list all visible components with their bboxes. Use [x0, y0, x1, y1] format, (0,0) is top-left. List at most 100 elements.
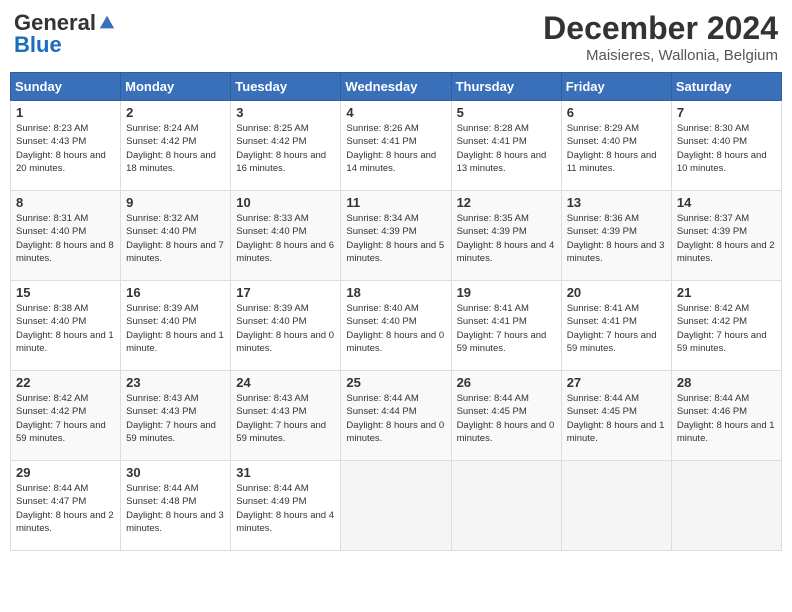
day-number: 25 — [346, 375, 445, 390]
day-number: 15 — [16, 285, 115, 300]
weekday-header-saturday: Saturday — [671, 73, 781, 101]
day-cell: 19 Sunrise: 8:41 AMSunset: 4:41 PMDaylig… — [451, 281, 561, 371]
logo: General Blue — [14, 10, 116, 58]
day-info: Sunrise: 8:44 AMSunset: 4:45 PMDaylight:… — [457, 393, 555, 444]
week-row-3: 15 Sunrise: 8:38 AMSunset: 4:40 PMDaylig… — [11, 281, 782, 371]
day-number: 8 — [16, 195, 115, 210]
week-row-2: 8 Sunrise: 8:31 AMSunset: 4:40 PMDayligh… — [11, 191, 782, 281]
weekday-header-sunday: Sunday — [11, 73, 121, 101]
calendar: SundayMondayTuesdayWednesdayThursdayFrid… — [10, 72, 782, 551]
day-number: 27 — [567, 375, 666, 390]
week-row-5: 29 Sunrise: 8:44 AMSunset: 4:47 PMDaylig… — [11, 461, 782, 551]
day-info: Sunrise: 8:31 AMSunset: 4:40 PMDaylight:… — [16, 213, 114, 264]
day-cell: 13 Sunrise: 8:36 AMSunset: 4:39 PMDaylig… — [561, 191, 671, 281]
day-cell: 5 Sunrise: 8:28 AMSunset: 4:41 PMDayligh… — [451, 101, 561, 191]
day-number: 17 — [236, 285, 335, 300]
day-info: Sunrise: 8:43 AMSunset: 4:43 PMDaylight:… — [236, 393, 326, 444]
day-cell: 11 Sunrise: 8:34 AMSunset: 4:39 PMDaylig… — [341, 191, 451, 281]
day-number: 9 — [126, 195, 225, 210]
day-info: Sunrise: 8:34 AMSunset: 4:39 PMDaylight:… — [346, 213, 444, 264]
day-cell: 20 Sunrise: 8:41 AMSunset: 4:41 PMDaylig… — [561, 281, 671, 371]
day-number: 26 — [457, 375, 556, 390]
day-info: Sunrise: 8:40 AMSunset: 4:40 PMDaylight:… — [346, 303, 444, 354]
day-info: Sunrise: 8:28 AMSunset: 4:41 PMDaylight:… — [457, 123, 547, 174]
weekday-header-wednesday: Wednesday — [341, 73, 451, 101]
day-info: Sunrise: 8:44 AMSunset: 4:47 PMDaylight:… — [16, 483, 114, 534]
day-cell: 18 Sunrise: 8:40 AMSunset: 4:40 PMDaylig… — [341, 281, 451, 371]
day-cell: 9 Sunrise: 8:32 AMSunset: 4:40 PMDayligh… — [121, 191, 231, 281]
day-info: Sunrise: 8:44 AMSunset: 4:45 PMDaylight:… — [567, 393, 665, 444]
day-cell: 14 Sunrise: 8:37 AMSunset: 4:39 PMDaylig… — [671, 191, 781, 281]
day-info: Sunrise: 8:37 AMSunset: 4:39 PMDaylight:… — [677, 213, 775, 264]
day-number: 6 — [567, 105, 666, 120]
day-number: 21 — [677, 285, 776, 300]
weekday-header-monday: Monday — [121, 73, 231, 101]
day-number: 10 — [236, 195, 335, 210]
day-info: Sunrise: 8:29 AMSunset: 4:40 PMDaylight:… — [567, 123, 657, 174]
week-row-4: 22 Sunrise: 8:42 AMSunset: 4:42 PMDaylig… — [11, 371, 782, 461]
day-info: Sunrise: 8:24 AMSunset: 4:42 PMDaylight:… — [126, 123, 216, 174]
title-section: December 2024 Maisieres, Wallonia, Belgi… — [543, 10, 778, 64]
day-info: Sunrise: 8:33 AMSunset: 4:40 PMDaylight:… — [236, 213, 334, 264]
day-number: 20 — [567, 285, 666, 300]
day-cell: 28 Sunrise: 8:44 AMSunset: 4:46 PMDaylig… — [671, 371, 781, 461]
day-cell: 6 Sunrise: 8:29 AMSunset: 4:40 PMDayligh… — [561, 101, 671, 191]
day-info: Sunrise: 8:39 AMSunset: 4:40 PMDaylight:… — [236, 303, 334, 354]
day-number: 31 — [236, 465, 335, 480]
day-cell: 12 Sunrise: 8:35 AMSunset: 4:39 PMDaylig… — [451, 191, 561, 281]
day-number: 23 — [126, 375, 225, 390]
day-number: 3 — [236, 105, 335, 120]
day-cell: 16 Sunrise: 8:39 AMSunset: 4:40 PMDaylig… — [121, 281, 231, 371]
day-number: 11 — [346, 195, 445, 210]
day-info: Sunrise: 8:32 AMSunset: 4:40 PMDaylight:… — [126, 213, 224, 264]
day-cell: 4 Sunrise: 8:26 AMSunset: 4:41 PMDayligh… — [341, 101, 451, 191]
day-cell — [341, 461, 451, 551]
location: Maisieres, Wallonia, Belgium — [543, 47, 778, 64]
day-number: 1 — [16, 105, 115, 120]
day-info: Sunrise: 8:35 AMSunset: 4:39 PMDaylight:… — [457, 213, 555, 264]
day-number: 2 — [126, 105, 225, 120]
weekday-header-row: SundayMondayTuesdayWednesdayThursdayFrid… — [11, 73, 782, 101]
day-info: Sunrise: 8:44 AMSunset: 4:46 PMDaylight:… — [677, 393, 775, 444]
day-info: Sunrise: 8:30 AMSunset: 4:40 PMDaylight:… — [677, 123, 767, 174]
day-info: Sunrise: 8:23 AMSunset: 4:43 PMDaylight:… — [16, 123, 106, 174]
day-number: 28 — [677, 375, 776, 390]
day-number: 12 — [457, 195, 556, 210]
day-cell: 24 Sunrise: 8:43 AMSunset: 4:43 PMDaylig… — [231, 371, 341, 461]
day-info: Sunrise: 8:25 AMSunset: 4:42 PMDaylight:… — [236, 123, 326, 174]
day-cell — [451, 461, 561, 551]
day-info: Sunrise: 8:44 AMSunset: 4:48 PMDaylight:… — [126, 483, 224, 534]
weekday-header-tuesday: Tuesday — [231, 73, 341, 101]
weekday-header-thursday: Thursday — [451, 73, 561, 101]
week-row-1: 1 Sunrise: 8:23 AMSunset: 4:43 PMDayligh… — [11, 101, 782, 191]
day-number: 4 — [346, 105, 445, 120]
day-info: Sunrise: 8:44 AMSunset: 4:44 PMDaylight:… — [346, 393, 444, 444]
day-cell: 30 Sunrise: 8:44 AMSunset: 4:48 PMDaylig… — [121, 461, 231, 551]
day-number: 5 — [457, 105, 556, 120]
day-info: Sunrise: 8:36 AMSunset: 4:39 PMDaylight:… — [567, 213, 665, 264]
page-header: General Blue December 2024 Maisieres, Wa… — [10, 10, 782, 64]
logo-icon — [98, 14, 116, 32]
day-cell: 17 Sunrise: 8:39 AMSunset: 4:40 PMDaylig… — [231, 281, 341, 371]
day-number: 22 — [16, 375, 115, 390]
day-number: 18 — [346, 285, 445, 300]
day-cell: 10 Sunrise: 8:33 AMSunset: 4:40 PMDaylig… — [231, 191, 341, 281]
day-cell: 29 Sunrise: 8:44 AMSunset: 4:47 PMDaylig… — [11, 461, 121, 551]
day-info: Sunrise: 8:43 AMSunset: 4:43 PMDaylight:… — [126, 393, 216, 444]
day-cell: 26 Sunrise: 8:44 AMSunset: 4:45 PMDaylig… — [451, 371, 561, 461]
month-title: December 2024 — [543, 10, 778, 47]
day-info: Sunrise: 8:41 AMSunset: 4:41 PMDaylight:… — [567, 303, 657, 354]
day-cell: 21 Sunrise: 8:42 AMSunset: 4:42 PMDaylig… — [671, 281, 781, 371]
day-info: Sunrise: 8:41 AMSunset: 4:41 PMDaylight:… — [457, 303, 547, 354]
logo-blue: Blue — [14, 32, 62, 58]
day-cell: 8 Sunrise: 8:31 AMSunset: 4:40 PMDayligh… — [11, 191, 121, 281]
day-cell: 31 Sunrise: 8:44 AMSunset: 4:49 PMDaylig… — [231, 461, 341, 551]
day-cell: 1 Sunrise: 8:23 AMSunset: 4:43 PMDayligh… — [11, 101, 121, 191]
day-cell — [671, 461, 781, 551]
day-number: 29 — [16, 465, 115, 480]
day-info: Sunrise: 8:39 AMSunset: 4:40 PMDaylight:… — [126, 303, 224, 354]
day-cell: 27 Sunrise: 8:44 AMSunset: 4:45 PMDaylig… — [561, 371, 671, 461]
day-number: 14 — [677, 195, 776, 210]
day-cell: 22 Sunrise: 8:42 AMSunset: 4:42 PMDaylig… — [11, 371, 121, 461]
day-cell: 3 Sunrise: 8:25 AMSunset: 4:42 PMDayligh… — [231, 101, 341, 191]
